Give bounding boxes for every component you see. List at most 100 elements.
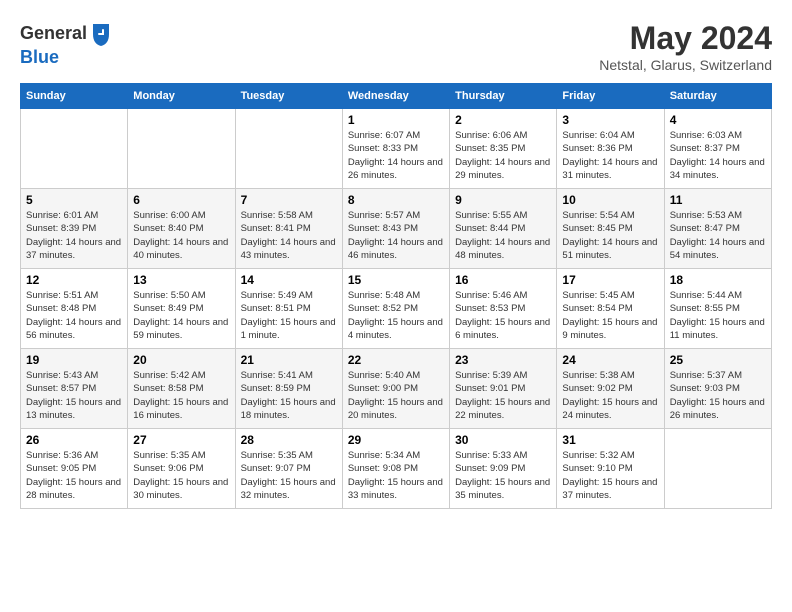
day-number: 4	[670, 113, 766, 127]
logo-text-general: General	[20, 24, 87, 44]
day-number: 8	[348, 193, 444, 207]
calendar-cell: 7 Sunrise: 5:58 AMSunset: 8:41 PMDayligh…	[235, 189, 342, 269]
day-info: Sunrise: 5:43 AMSunset: 8:57 PMDaylight:…	[26, 370, 121, 421]
calendar-cell: 27 Sunrise: 5:35 AMSunset: 9:06 PMDaylig…	[128, 429, 235, 509]
day-info: Sunrise: 5:45 AMSunset: 8:54 PMDaylight:…	[562, 290, 657, 341]
weekday-header: Wednesday	[342, 84, 449, 109]
day-info: Sunrise: 5:51 AMSunset: 8:48 PMDaylight:…	[26, 290, 121, 341]
logo: General Blue	[20, 20, 115, 68]
day-number: 31	[562, 433, 658, 447]
day-info: Sunrise: 5:50 AMSunset: 8:49 PMDaylight:…	[133, 290, 228, 341]
calendar-cell: 14 Sunrise: 5:49 AMSunset: 8:51 PMDaylig…	[235, 269, 342, 349]
day-number: 10	[562, 193, 658, 207]
day-info: Sunrise: 5:32 AMSunset: 9:10 PMDaylight:…	[562, 450, 657, 501]
calendar-cell: 19 Sunrise: 5:43 AMSunset: 8:57 PMDaylig…	[21, 349, 128, 429]
location-title: Netstal, Glarus, Switzerland	[599, 57, 772, 73]
day-info: Sunrise: 6:00 AMSunset: 8:40 PMDaylight:…	[133, 210, 228, 261]
calendar-table: SundayMondayTuesdayWednesdayThursdayFrid…	[20, 83, 772, 509]
calendar-week-row: 5 Sunrise: 6:01 AMSunset: 8:39 PMDayligh…	[21, 189, 772, 269]
calendar-cell: 12 Sunrise: 5:51 AMSunset: 8:48 PMDaylig…	[21, 269, 128, 349]
weekday-header: Tuesday	[235, 84, 342, 109]
calendar-cell: 13 Sunrise: 5:50 AMSunset: 8:49 PMDaylig…	[128, 269, 235, 349]
day-number: 30	[455, 433, 551, 447]
day-info: Sunrise: 5:39 AMSunset: 9:01 PMDaylight:…	[455, 370, 550, 421]
calendar-cell: 20 Sunrise: 5:42 AMSunset: 8:58 PMDaylig…	[128, 349, 235, 429]
day-info: Sunrise: 5:42 AMSunset: 8:58 PMDaylight:…	[133, 370, 228, 421]
calendar-cell: 25 Sunrise: 5:37 AMSunset: 9:03 PMDaylig…	[664, 349, 771, 429]
day-number: 3	[562, 113, 658, 127]
page-header: General Blue May 2024 Netstal, Glarus, S…	[20, 20, 772, 73]
day-info: Sunrise: 5:34 AMSunset: 9:08 PMDaylight:…	[348, 450, 443, 501]
day-info: Sunrise: 5:37 AMSunset: 9:03 PMDaylight:…	[670, 370, 765, 421]
day-number: 27	[133, 433, 229, 447]
calendar-cell: 2 Sunrise: 6:06 AMSunset: 8:35 PMDayligh…	[450, 109, 557, 189]
day-number: 25	[670, 353, 766, 367]
day-number: 13	[133, 273, 229, 287]
month-title: May 2024	[599, 20, 772, 57]
day-info: Sunrise: 5:48 AMSunset: 8:52 PMDaylight:…	[348, 290, 443, 341]
calendar-cell: 15 Sunrise: 5:48 AMSunset: 8:52 PMDaylig…	[342, 269, 449, 349]
calendar-cell	[21, 109, 128, 189]
day-info: Sunrise: 5:41 AMSunset: 8:59 PMDaylight:…	[241, 370, 336, 421]
logo-text-blue: Blue	[20, 47, 59, 67]
day-number: 28	[241, 433, 337, 447]
calendar-cell: 31 Sunrise: 5:32 AMSunset: 9:10 PMDaylig…	[557, 429, 664, 509]
weekday-header: Saturday	[664, 84, 771, 109]
weekday-header: Sunday	[21, 84, 128, 109]
day-info: Sunrise: 5:35 AMSunset: 9:06 PMDaylight:…	[133, 450, 228, 501]
calendar-cell: 23 Sunrise: 5:39 AMSunset: 9:01 PMDaylig…	[450, 349, 557, 429]
day-info: Sunrise: 5:38 AMSunset: 9:02 PMDaylight:…	[562, 370, 657, 421]
calendar-cell: 21 Sunrise: 5:41 AMSunset: 8:59 PMDaylig…	[235, 349, 342, 429]
calendar-week-row: 26 Sunrise: 5:36 AMSunset: 9:05 PMDaylig…	[21, 429, 772, 509]
day-number: 5	[26, 193, 122, 207]
weekday-header: Friday	[557, 84, 664, 109]
calendar-cell: 3 Sunrise: 6:04 AMSunset: 8:36 PMDayligh…	[557, 109, 664, 189]
day-number: 1	[348, 113, 444, 127]
calendar-week-row: 1 Sunrise: 6:07 AMSunset: 8:33 PMDayligh…	[21, 109, 772, 189]
calendar-cell: 6 Sunrise: 6:00 AMSunset: 8:40 PMDayligh…	[128, 189, 235, 269]
day-info: Sunrise: 5:55 AMSunset: 8:44 PMDaylight:…	[455, 210, 550, 261]
day-info: Sunrise: 6:07 AMSunset: 8:33 PMDaylight:…	[348, 130, 443, 181]
day-number: 21	[241, 353, 337, 367]
calendar-cell: 10 Sunrise: 5:54 AMSunset: 8:45 PMDaylig…	[557, 189, 664, 269]
day-number: 19	[26, 353, 122, 367]
day-number: 6	[133, 193, 229, 207]
day-info: Sunrise: 5:33 AMSunset: 9:09 PMDaylight:…	[455, 450, 550, 501]
day-info: Sunrise: 6:06 AMSunset: 8:35 PMDaylight:…	[455, 130, 550, 181]
day-info: Sunrise: 5:44 AMSunset: 8:55 PMDaylight:…	[670, 290, 765, 341]
day-info: Sunrise: 5:53 AMSunset: 8:47 PMDaylight:…	[670, 210, 765, 261]
calendar-cell: 30 Sunrise: 5:33 AMSunset: 9:09 PMDaylig…	[450, 429, 557, 509]
title-block: May 2024 Netstal, Glarus, Switzerland	[599, 20, 772, 73]
calendar-cell	[235, 109, 342, 189]
day-info: Sunrise: 5:54 AMSunset: 8:45 PMDaylight:…	[562, 210, 657, 261]
day-number: 9	[455, 193, 551, 207]
day-number: 18	[670, 273, 766, 287]
calendar-cell: 16 Sunrise: 5:46 AMSunset: 8:53 PMDaylig…	[450, 269, 557, 349]
day-number: 11	[670, 193, 766, 207]
calendar-cell: 8 Sunrise: 5:57 AMSunset: 8:43 PMDayligh…	[342, 189, 449, 269]
day-number: 24	[562, 353, 658, 367]
calendar-cell: 29 Sunrise: 5:34 AMSunset: 9:08 PMDaylig…	[342, 429, 449, 509]
day-info: Sunrise: 5:49 AMSunset: 8:51 PMDaylight:…	[241, 290, 336, 341]
calendar-cell: 18 Sunrise: 5:44 AMSunset: 8:55 PMDaylig…	[664, 269, 771, 349]
day-number: 12	[26, 273, 122, 287]
day-info: Sunrise: 5:35 AMSunset: 9:07 PMDaylight:…	[241, 450, 336, 501]
day-number: 22	[348, 353, 444, 367]
day-number: 15	[348, 273, 444, 287]
calendar-cell: 28 Sunrise: 5:35 AMSunset: 9:07 PMDaylig…	[235, 429, 342, 509]
day-number: 26	[26, 433, 122, 447]
day-number: 29	[348, 433, 444, 447]
day-info: Sunrise: 5:40 AMSunset: 9:00 PMDaylight:…	[348, 370, 443, 421]
calendar-cell: 9 Sunrise: 5:55 AMSunset: 8:44 PMDayligh…	[450, 189, 557, 269]
calendar-cell: 1 Sunrise: 6:07 AMSunset: 8:33 PMDayligh…	[342, 109, 449, 189]
day-info: Sunrise: 6:03 AMSunset: 8:37 PMDaylight:…	[670, 130, 765, 181]
calendar-cell: 17 Sunrise: 5:45 AMSunset: 8:54 PMDaylig…	[557, 269, 664, 349]
day-number: 16	[455, 273, 551, 287]
day-info: Sunrise: 5:58 AMSunset: 8:41 PMDaylight:…	[241, 210, 336, 261]
day-info: Sunrise: 6:01 AMSunset: 8:39 PMDaylight:…	[26, 210, 121, 261]
day-info: Sunrise: 6:04 AMSunset: 8:36 PMDaylight:…	[562, 130, 657, 181]
day-info: Sunrise: 5:46 AMSunset: 8:53 PMDaylight:…	[455, 290, 550, 341]
day-info: Sunrise: 5:36 AMSunset: 9:05 PMDaylight:…	[26, 450, 121, 501]
calendar-cell: 24 Sunrise: 5:38 AMSunset: 9:02 PMDaylig…	[557, 349, 664, 429]
day-info: Sunrise: 5:57 AMSunset: 8:43 PMDaylight:…	[348, 210, 443, 261]
